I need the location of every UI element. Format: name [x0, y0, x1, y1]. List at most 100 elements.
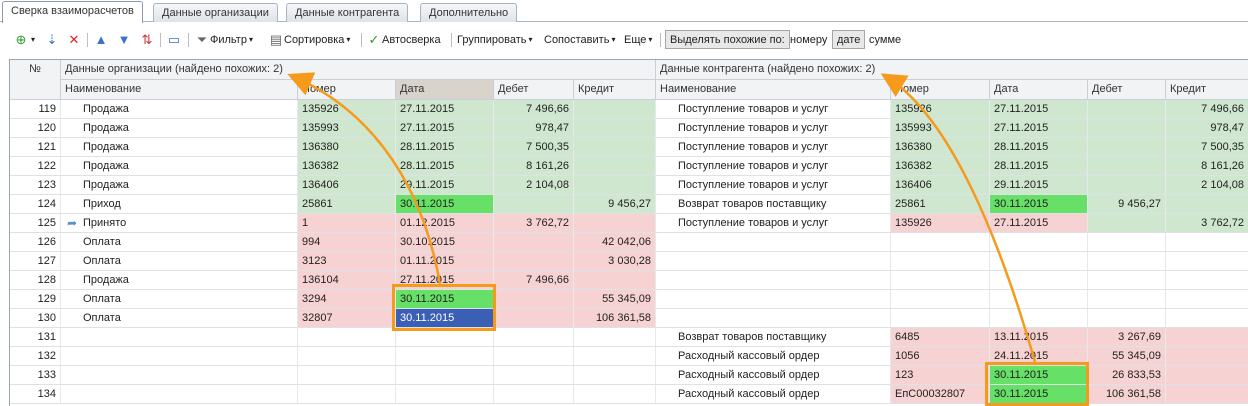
contr-name-cell[interactable]: Поступление товаров и услуг — [656, 157, 891, 175]
highlight-by-date-toggle[interactable]: дате — [832, 30, 866, 49]
contr-date-cell[interactable]: 30.11.2015 — [990, 385, 1088, 403]
col-header-org-number[interactable]: Номер — [298, 80, 396, 100]
tab-reconciliation[interactable]: Сверка взаиморасчетов — [2, 1, 143, 23]
contr-number-cell[interactable] — [891, 271, 990, 289]
org-debit-cell[interactable] — [494, 309, 574, 327]
contr-debit-cell[interactable] — [1088, 157, 1166, 175]
org-number-cell[interactable] — [298, 347, 396, 365]
contr-number-cell[interactable] — [891, 252, 990, 270]
contr-credit-cell[interactable] — [1166, 195, 1248, 213]
num-cell[interactable]: 128 — [10, 271, 61, 289]
table-row[interactable]: 123 Продажа 136406 29.11.2015 2 104,08 Поступ… — [10, 176, 1248, 195]
contr-debit-cell[interactable]: 55 345,09 — [1088, 347, 1166, 365]
contr-name-cell[interactable]: Поступление товаров и услуг — [656, 100, 891, 118]
num-cell[interactable]: 125 — [10, 214, 61, 232]
org-credit-cell[interactable] — [574, 157, 656, 175]
table-row[interactable]: 121 Продажа 136380 28.11.2015 7 500,35 Поступ… — [10, 138, 1248, 157]
contr-debit-cell[interactable]: 9 456,27 — [1088, 195, 1166, 213]
org-number-cell[interactable] — [298, 366, 396, 384]
num-cell[interactable]: 130 — [10, 309, 61, 327]
table-row[interactable]: 124 Приход 25861 30.11.2015 9 456,27 Возврат … — [10, 195, 1248, 214]
contr-date-cell[interactable]: 28.11.2015 — [990, 138, 1088, 156]
org-debit-cell[interactable] — [494, 233, 574, 251]
contr-name-cell[interactable] — [656, 252, 891, 270]
contr-date-cell[interactable]: 13.11.2015 — [990, 328, 1088, 346]
org-name-cell[interactable]: Оплата — [61, 252, 298, 270]
org-debit-cell[interactable] — [494, 328, 574, 346]
contr-number-cell[interactable]: 1056 — [891, 347, 990, 365]
table-row[interactable]: 122 Продажа 136382 28.11.2015 8 161,26 Поступ… — [10, 157, 1248, 176]
org-credit-cell[interactable] — [574, 271, 656, 289]
org-date-cell[interactable]: 30.10.2015 — [396, 233, 494, 251]
table-row[interactable]: 126 Оплата 994 30.10.2015 42 042,06 — [10, 233, 1248, 252]
contr-credit-cell[interactable]: 978,47 — [1166, 119, 1248, 137]
contr-credit-cell[interactable] — [1166, 385, 1248, 403]
contr-debit-cell[interactable]: 3 267,69 — [1088, 328, 1166, 346]
contr-number-cell[interactable]: 25861 — [891, 195, 990, 213]
org-debit-cell[interactable]: 3 762,72 — [494, 214, 574, 232]
table-row[interactable]: 120 Продажа 135993 27.11.2015 978,47 Поступле… — [10, 119, 1248, 138]
org-credit-cell[interactable] — [574, 347, 656, 365]
contr-debit-cell[interactable] — [1088, 309, 1166, 327]
move-down-button[interactable]: ⇣ — [44, 30, 60, 49]
org-date-cell[interactable]: 01.11.2015 — [396, 252, 494, 270]
org-date-cell[interactable] — [396, 347, 494, 365]
org-date-cell[interactable]: 28.11.2015 — [396, 157, 494, 175]
contr-number-cell[interactable]: 135993 — [891, 119, 990, 137]
table-row[interactable]: 134 Расходный кассовый ордер ЕпС00032807 30… — [10, 385, 1248, 404]
org-date-cell[interactable]: 29.11.2015 — [396, 176, 494, 194]
move-up-button[interactable]: ▲ — [93, 30, 109, 49]
org-credit-cell[interactable] — [574, 385, 656, 403]
contr-credit-cell[interactable]: 2 104,08 — [1166, 176, 1248, 194]
contr-date-cell[interactable] — [990, 309, 1088, 327]
num-cell[interactable]: 119 — [10, 100, 61, 118]
contr-name-cell[interactable] — [656, 309, 891, 327]
contr-date-cell[interactable]: 30.11.2015 — [990, 195, 1088, 213]
contr-number-cell[interactable]: 6485 — [891, 328, 990, 346]
org-debit-cell[interactable]: 2 104,08 — [494, 176, 574, 194]
col-header-contr-debit[interactable]: Дебет — [1088, 80, 1166, 100]
table-row[interactable]: 125 Принято 1 01.12.2015 3 762,72 Поступление… — [10, 214, 1248, 233]
contr-name-cell[interactable]: Поступление товаров и услуг — [656, 138, 891, 156]
contr-credit-cell[interactable] — [1166, 290, 1248, 308]
contr-credit-cell[interactable] — [1166, 252, 1248, 270]
org-name-cell[interactable]: Продажа — [61, 119, 298, 137]
comment-button[interactable]: ▭ — [166, 30, 182, 49]
contr-debit-cell[interactable] — [1088, 214, 1166, 232]
org-number-cell[interactable]: 136382 — [298, 157, 396, 175]
org-date-cell[interactable] — [396, 366, 494, 384]
org-date-cell[interactable]: 30.11.2015 — [396, 309, 494, 327]
org-number-cell[interactable]: 136104 — [298, 271, 396, 289]
contr-name-cell[interactable]: Поступление товаров и услуг — [656, 176, 891, 194]
org-name-cell[interactable]: Продажа — [61, 271, 298, 289]
org-debit-cell[interactable] — [494, 252, 574, 270]
org-debit-cell[interactable] — [494, 195, 574, 213]
num-cell[interactable]: 133 — [10, 366, 61, 384]
contr-debit-cell[interactable] — [1088, 100, 1166, 118]
org-credit-cell[interactable]: 55 345,09 — [574, 290, 656, 308]
org-number-cell[interactable]: 1 — [298, 214, 396, 232]
compare-button[interactable]: Сопоставить ▾ — [544, 30, 615, 49]
contr-debit-cell[interactable]: 106 361,58 — [1088, 385, 1166, 403]
org-name-cell[interactable]: Оплата — [61, 290, 298, 308]
org-credit-cell[interactable]: 9 456,27 — [574, 195, 656, 213]
col-header-org-date[interactable]: Дата — [396, 80, 494, 100]
contr-name-cell[interactable] — [656, 233, 891, 251]
contr-number-cell[interactable]: 123 — [891, 366, 990, 384]
org-date-cell[interactable]: 27.11.2015 — [396, 271, 494, 289]
org-credit-cell[interactable]: 42 042,06 — [574, 233, 656, 251]
contr-date-cell[interactable]: 28.11.2015 — [990, 157, 1088, 175]
org-debit-cell[interactable]: 7 496,66 — [494, 100, 574, 118]
org-date-cell[interactable] — [396, 385, 494, 403]
contr-name-cell[interactable] — [656, 290, 891, 308]
num-cell[interactable]: 131 — [10, 328, 61, 346]
num-cell[interactable]: 124 — [10, 195, 61, 213]
contr-credit-cell[interactable]: 7 500,35 — [1166, 138, 1248, 156]
org-debit-cell[interactable] — [494, 366, 574, 384]
contr-number-cell[interactable] — [891, 233, 990, 251]
contr-date-cell[interactable] — [990, 290, 1088, 308]
col-header-org-debit[interactable]: Дебет — [494, 80, 574, 100]
table-row[interactable]: 128 Продажа 136104 27.11.2015 7 496,66 — [10, 271, 1248, 290]
org-date-cell[interactable] — [396, 328, 494, 346]
org-date-cell[interactable]: 30.11.2015 — [396, 290, 494, 308]
